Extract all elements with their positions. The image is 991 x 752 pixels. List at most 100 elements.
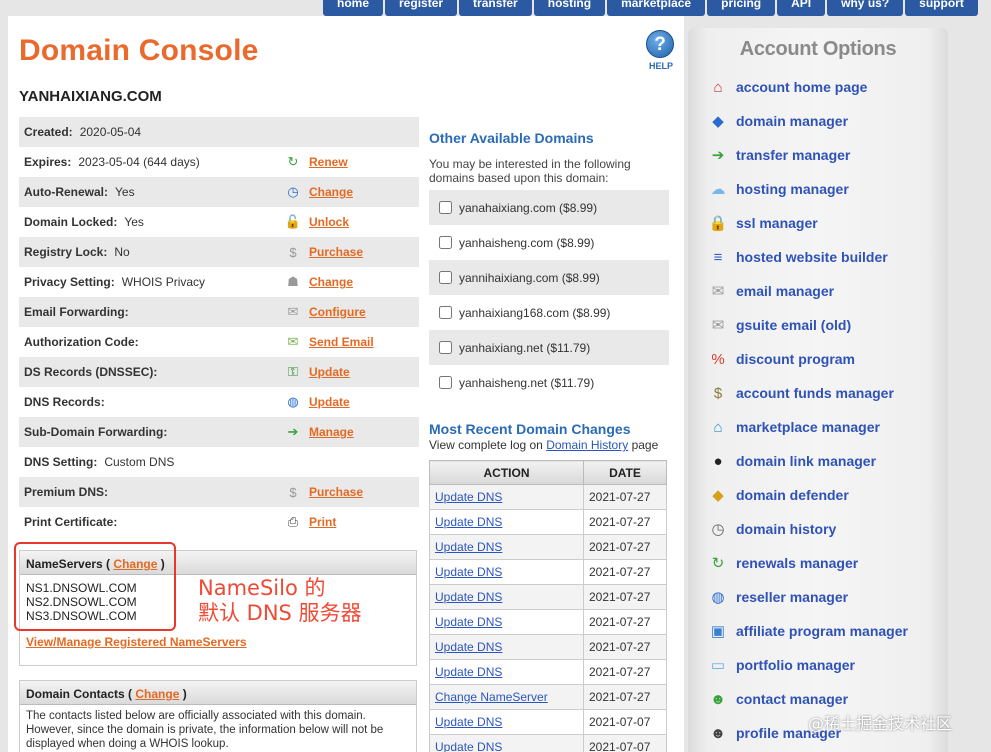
globe-icon[interactable]: ◍ xyxy=(708,587,728,607)
transfer-arrow-icon[interactable]: ➔ xyxy=(708,145,728,165)
action-link[interactable]: Manage xyxy=(309,425,354,439)
action-link[interactable]: Update DNS xyxy=(435,565,502,579)
suggested-domain[interactable]: yanhaixiang168.com ($8.99) xyxy=(429,295,669,330)
account-option-item[interactable]: ➔ transfer manager xyxy=(708,138,908,172)
info-action[interactable]: ☗ Change xyxy=(284,273,353,291)
help-button[interactable]: ? HELP xyxy=(646,30,676,71)
domain-manager-icon[interactable]: ◆ xyxy=(708,111,728,131)
account-option-item[interactable]: ▭ portfolio manager xyxy=(708,648,908,682)
account-option-label[interactable]: marketplace manager xyxy=(736,419,880,435)
contacts-icon[interactable]: ☻ xyxy=(708,689,728,709)
domain-checkbox[interactable] xyxy=(439,306,452,319)
website-builder-icon[interactable]: ≡ xyxy=(708,247,728,267)
action-link[interactable]: Print xyxy=(309,515,336,529)
envelope-icon[interactable]: ✉ xyxy=(708,281,728,301)
envelope-icon[interactable]: ✉ xyxy=(708,315,728,335)
nav-tab[interactable]: home xyxy=(323,0,384,16)
account-option-label[interactable]: renewals manager xyxy=(736,555,858,571)
account-option-label[interactable]: ssl manager xyxy=(736,215,818,231)
envelope-icon[interactable]: ✉ xyxy=(284,303,302,321)
account-option-item[interactable]: ✉ email manager xyxy=(708,274,908,308)
account-option-item[interactable]: ◆ domain defender xyxy=(708,478,908,512)
domain-checkbox[interactable] xyxy=(439,201,452,214)
action-link[interactable]: Update DNS xyxy=(435,715,502,729)
action-link[interactable]: Update DNS xyxy=(435,590,502,604)
info-action[interactable]: ↻ Renew xyxy=(284,153,348,171)
info-action[interactable]: ✉ Send Email xyxy=(284,333,374,351)
suggested-domain[interactable]: yanhaisheng.com ($8.99) xyxy=(429,225,669,260)
privacy-icon[interactable]: ☗ xyxy=(284,273,302,291)
nav-tab[interactable]: transfer xyxy=(459,0,532,16)
action-link[interactable]: Send Email xyxy=(309,335,374,349)
account-option-item[interactable]: ● domain link manager xyxy=(708,444,908,478)
account-option-label[interactable]: account funds manager xyxy=(736,385,894,401)
account-option-label[interactable]: hosting manager xyxy=(736,181,849,197)
account-option-label[interactable]: hosted website builder xyxy=(736,249,888,265)
action-link[interactable]: Update DNS xyxy=(435,640,502,654)
domain-checkbox[interactable] xyxy=(439,236,452,249)
account-option-item[interactable]: % discount program xyxy=(708,342,908,376)
folder-icon[interactable]: ▭ xyxy=(708,655,728,675)
account-option-item[interactable]: ▣ affiliate program manager xyxy=(708,614,908,648)
action-link[interactable]: Update DNS xyxy=(435,615,502,629)
info-action[interactable]: $ Purchase xyxy=(284,243,363,261)
account-option-label[interactable]: reseller manager xyxy=(736,589,848,605)
nav-tab[interactable]: hosting xyxy=(533,0,606,16)
account-option-label[interactable]: domain defender xyxy=(736,487,849,503)
dollar-icon[interactable]: $ xyxy=(284,483,302,501)
money-bag-icon[interactable]: $ xyxy=(708,383,728,403)
account-option-item[interactable]: ◆ domain manager xyxy=(708,104,908,138)
account-option-item[interactable]: ◷ domain history xyxy=(708,512,908,546)
action-link[interactable]: Update xyxy=(309,395,350,409)
shield-icon[interactable]: ◆ xyxy=(708,485,728,505)
monitor-icon[interactable]: ▣ xyxy=(708,621,728,641)
profile-icon[interactable]: ☻ xyxy=(708,723,728,743)
account-option-item[interactable]: ◍ reseller manager xyxy=(708,580,908,614)
nav-tab[interactable]: support xyxy=(905,0,978,16)
domain-history-link[interactable]: Domain History xyxy=(546,438,628,452)
contacts-change-link[interactable]: Change xyxy=(135,687,179,701)
info-action[interactable]: ◍ Update xyxy=(284,393,350,411)
suggested-domain[interactable]: yanhaisheng.net ($11.79) xyxy=(429,365,669,400)
clock-icon[interactable]: ◷ xyxy=(284,183,302,201)
padlock-icon[interactable]: 🔒 xyxy=(708,213,728,233)
account-option-label[interactable]: domain manager xyxy=(736,113,848,129)
ticket-icon[interactable]: % xyxy=(708,349,728,369)
home-icon[interactable]: ⌂ xyxy=(708,77,728,97)
account-option-label[interactable]: contact manager xyxy=(736,691,848,707)
globe-icon[interactable]: ◍ xyxy=(284,393,302,411)
action-link[interactable]: Purchase xyxy=(309,485,363,499)
dollar-icon[interactable]: $ xyxy=(284,243,302,261)
nav-tab[interactable]: register xyxy=(385,0,458,16)
domain-checkbox[interactable] xyxy=(439,341,452,354)
renew-icon[interactable]: ↻ xyxy=(284,153,302,171)
account-option-label[interactable]: discount program xyxy=(736,351,855,367)
info-action[interactable]: ➔ Manage xyxy=(284,423,354,441)
action-link[interactable]: Unlock xyxy=(309,215,349,229)
cloud-icon[interactable]: ☁ xyxy=(708,179,728,199)
account-option-item[interactable]: $ account funds manager xyxy=(708,376,908,410)
action-link[interactable]: Configure xyxy=(309,305,366,319)
account-option-label[interactable]: gsuite email (old) xyxy=(736,317,851,333)
account-option-item[interactable]: ⌂ account home page xyxy=(708,70,908,104)
account-option-label[interactable]: account home page xyxy=(736,79,867,95)
info-action[interactable]: ⎙ Print xyxy=(284,513,337,531)
action-link[interactable]: Update DNS xyxy=(435,515,502,529)
account-option-label[interactable]: affiliate program manager xyxy=(736,623,908,639)
action-link[interactable]: Update xyxy=(309,365,350,379)
info-action[interactable]: $ Purchase xyxy=(284,483,363,501)
link-icon[interactable]: ● xyxy=(708,451,728,471)
account-option-item[interactable]: ☁ hosting manager xyxy=(708,172,908,206)
info-action[interactable]: 🔓 Unlock xyxy=(284,213,349,231)
account-option-item[interactable]: 🔒 ssl manager xyxy=(708,206,908,240)
account-option-label[interactable]: portfolio manager xyxy=(736,657,855,673)
account-option-label[interactable]: transfer manager xyxy=(736,147,850,163)
manage-nameservers-link[interactable]: View/Manage Registered NameServers xyxy=(26,635,247,649)
account-option-item[interactable]: ⌂ marketplace manager xyxy=(708,410,908,444)
domain-checkbox[interactable] xyxy=(439,271,452,284)
account-option-item[interactable]: ≡ hosted website builder xyxy=(708,240,908,274)
action-link[interactable]: Update DNS xyxy=(435,540,502,554)
action-link[interactable]: Update DNS xyxy=(435,490,502,504)
action-link[interactable]: Renew xyxy=(309,155,348,169)
lock-icon[interactable]: 🔓 xyxy=(284,213,302,231)
